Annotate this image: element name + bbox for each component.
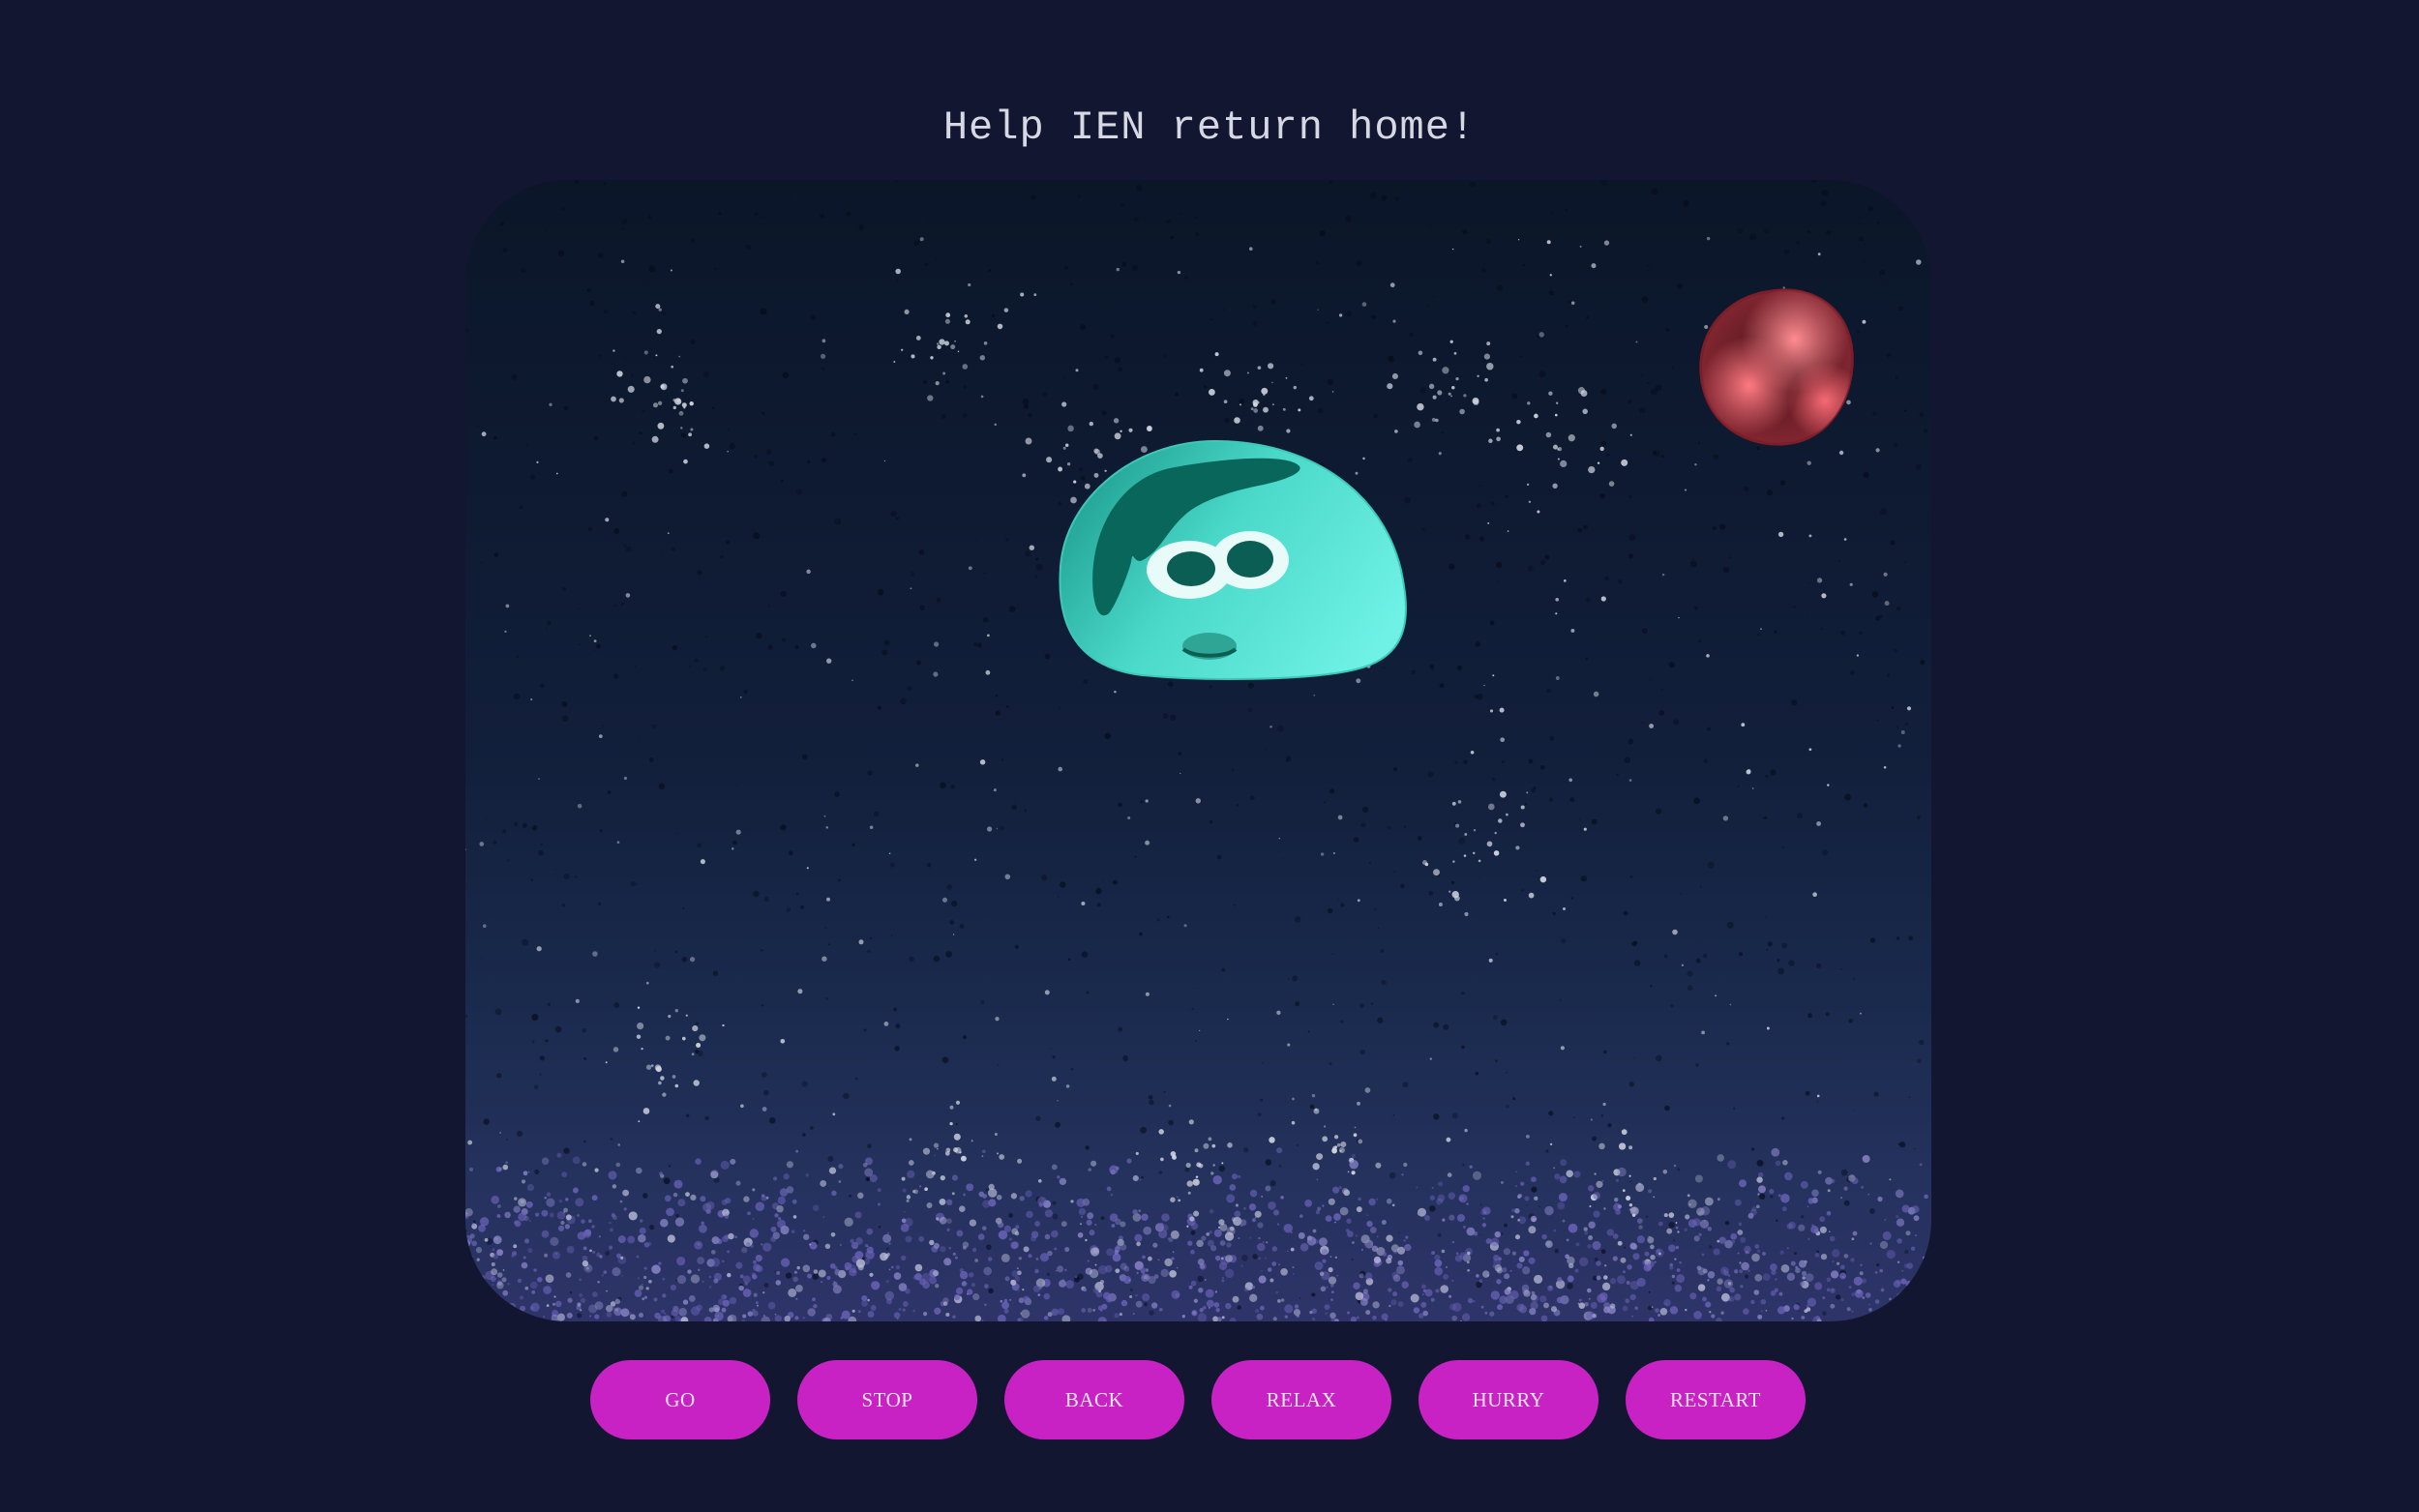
relax-button[interactable]: RELAX bbox=[1211, 1360, 1391, 1439]
back-button[interactable]: BACK bbox=[1004, 1360, 1184, 1439]
stop-button[interactable]: STOP bbox=[797, 1360, 977, 1439]
go-button[interactable]: GO bbox=[590, 1360, 770, 1439]
control-bar: GO STOP BACK RELAX HURRY RESTART bbox=[0, 1360, 2419, 1441]
ien-character[interactable] bbox=[465, 180, 1931, 1321]
restart-button[interactable]: RESTART bbox=[1626, 1360, 1806, 1439]
hurry-button[interactable]: HURRY bbox=[1419, 1360, 1598, 1439]
game-stage[interactable] bbox=[465, 180, 1931, 1321]
blob-mouth-icon bbox=[1181, 633, 1238, 660]
page-title: Help IEN return home! bbox=[942, 104, 1477, 151]
